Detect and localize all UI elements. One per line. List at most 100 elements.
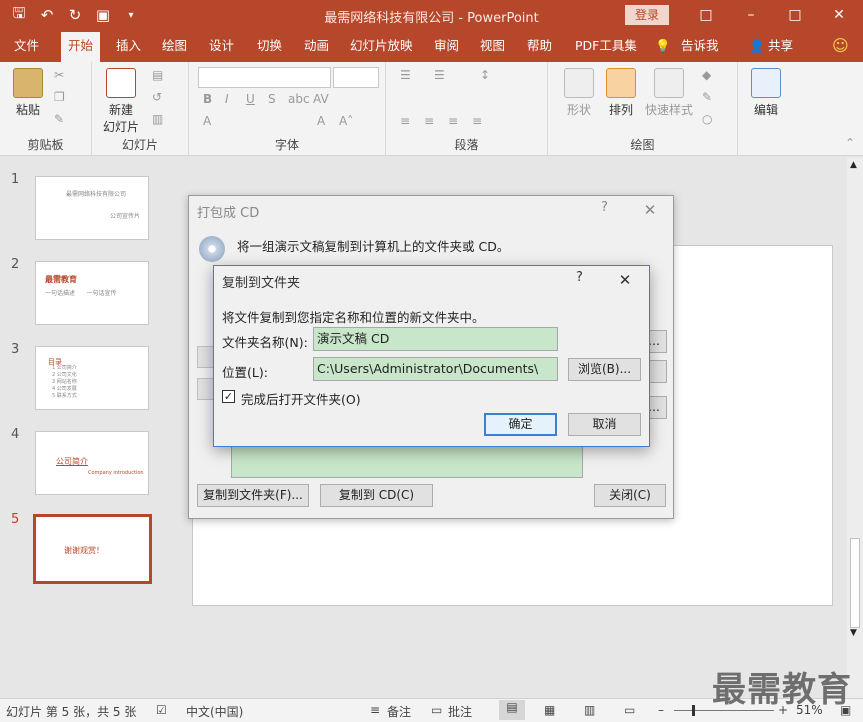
zoom-slider-thumb[interactable] xyxy=(692,705,695,716)
copy-to-cd-button[interactable]: 复制到 CD(C) xyxy=(320,484,433,507)
shape-effects-icon[interactable]: ○ xyxy=(702,112,712,126)
group-slides: 新建 幻灯片 ▤ ↺ ▥ 幻灯片 xyxy=(92,62,189,156)
minimize-icon[interactable]: – xyxy=(740,4,762,26)
quick-styles-button[interactable]: 快速样式 xyxy=(644,68,694,118)
close-icon[interactable]: ✕ xyxy=(612,268,638,292)
location-input[interactable]: C:\Users\Administrator\Documents\ xyxy=(313,357,558,381)
browse-button[interactable]: 浏览(B)... xyxy=(568,358,641,381)
cut-icon[interactable]: ✂ xyxy=(54,68,64,82)
tab-review[interactable]: 审阅 xyxy=(434,30,459,62)
folder-name-input[interactable]: 演示文稿 CD xyxy=(313,327,558,351)
ribbon-display-icon[interactable]: □ xyxy=(695,4,717,26)
paste-button[interactable]: 粘贴 xyxy=(10,68,46,118)
spellcheck-icon[interactable]: ☑ xyxy=(156,703,167,717)
bullets-icon[interactable]: ☰ xyxy=(400,68,411,82)
tab-slideshow[interactable]: 幻灯片放映 xyxy=(350,30,413,62)
copy-icon[interactable]: ❐ xyxy=(54,90,65,104)
comments-icon[interactable]: ▭ xyxy=(431,703,442,717)
slide-thumbnail-4[interactable]: 公司简介 Company introduction xyxy=(35,431,149,495)
arrange-button[interactable]: 排列 xyxy=(604,68,638,118)
share-button[interactable]: 共享 xyxy=(768,30,793,62)
align-left-icon[interactable]: ≡ xyxy=(400,114,410,128)
login-button[interactable]: 登录 xyxy=(625,5,669,25)
reading-view-icon[interactable]: ▥ xyxy=(584,703,595,717)
dialog-description: 将文件复制到您指定名称和位置的新文件夹中。 xyxy=(222,310,485,325)
font-color-icon[interactable]: A xyxy=(317,114,325,128)
slide-sorter-icon[interactable]: ▦ xyxy=(544,703,555,717)
slide-thumbnail-3[interactable]: 目录 1 公司简介 2 公司文化 3 网站名称 4 公司发展 5 联系方式 xyxy=(35,346,149,410)
zoom-out-icon[interactable]: – xyxy=(658,703,664,717)
group-label-clipboard: 剪贴板 xyxy=(27,138,64,152)
bold-icon[interactable]: B xyxy=(203,92,212,106)
align-right-icon[interactable]: ≡ xyxy=(448,114,458,128)
open-after-checkbox[interactable]: ✓ xyxy=(222,390,235,403)
slide-number: 1 xyxy=(11,172,20,187)
smiley-icon[interactable]: ☺ xyxy=(832,30,849,62)
ok-button[interactable]: 确定 xyxy=(484,413,557,436)
help-icon[interactable]: ? xyxy=(601,200,608,215)
shadow-icon[interactable]: S xyxy=(268,92,276,106)
clear-format-icon[interactable]: A xyxy=(203,114,211,128)
cancel-button[interactable]: 取消 xyxy=(568,413,641,436)
reset-icon[interactable]: ↺ xyxy=(152,90,162,104)
tab-file[interactable]: 文件 xyxy=(14,30,39,62)
maximize-icon[interactable]: □ xyxy=(784,4,806,26)
language-indicator[interactable]: 中文(中国) xyxy=(186,703,243,720)
section-icon[interactable]: ▥ xyxy=(152,112,163,126)
help-icon[interactable]: ? xyxy=(576,270,583,285)
collapse-ribbon-icon[interactable]: ⌃ xyxy=(845,136,855,150)
tab-help[interactable]: 帮助 xyxy=(527,30,552,62)
tab-home[interactable]: 开始 xyxy=(61,32,101,62)
slideshow-icon[interactable]: ▭ xyxy=(624,703,635,717)
slide-thumbnail-5[interactable]: 谢谢观赏！ xyxy=(33,514,152,584)
grow-font-icon[interactable]: A˄ xyxy=(339,114,353,128)
tab-transitions[interactable]: 切换 xyxy=(257,30,282,62)
tab-view[interactable]: 视图 xyxy=(480,30,505,62)
tab-pdf-tools[interactable]: PDF工具集 xyxy=(575,30,637,62)
new-slide-button[interactable]: 新建 幻灯片 xyxy=(98,68,144,135)
dialog-title: 打包成 CD xyxy=(197,206,260,221)
layout-icon[interactable]: ▤ xyxy=(152,68,163,82)
paste-icon xyxy=(13,68,43,98)
folder-name-label: 文件夹名称(N): xyxy=(222,335,308,350)
font-size-combo[interactable] xyxy=(333,67,379,88)
scroll-thumb[interactable] xyxy=(850,538,860,628)
vertical-scrollbar[interactable]: ▲ ▼ xyxy=(847,158,863,698)
shape-fill-icon[interactable]: ◆ xyxy=(702,68,711,82)
underline-icon[interactable]: U xyxy=(246,92,255,106)
justify-icon[interactable]: ≡ xyxy=(472,114,482,128)
presentation-list[interactable] xyxy=(231,446,583,478)
font-name-combo[interactable] xyxy=(198,67,331,88)
edit-button[interactable]: 编辑 xyxy=(750,68,782,118)
quick-styles-icon xyxy=(654,68,684,98)
tab-tell-me[interactable]: 告诉我 xyxy=(681,30,719,62)
notes-button[interactable]: 备注 xyxy=(387,703,411,720)
strikethrough-icon[interactable]: abc xyxy=(288,92,310,106)
format-painter-icon[interactable]: ✎ xyxy=(54,112,64,126)
tab-draw[interactable]: 绘图 xyxy=(162,30,187,62)
comments-button[interactable]: 批注 xyxy=(448,703,472,720)
copy-to-folder-button[interactable]: 复制到文件夹(F)... xyxy=(197,484,309,507)
close-icon[interactable]: ✕ xyxy=(637,198,663,222)
tab-animations[interactable]: 动画 xyxy=(304,30,329,62)
slide-thumbnail-2[interactable]: 最需教育 一句话描述 一句话宣传 xyxy=(35,261,149,325)
group-label-slides: 幻灯片 xyxy=(121,138,158,152)
scroll-down-icon[interactable]: ▼ xyxy=(850,628,857,638)
numbering-icon[interactable]: ☰ xyxy=(434,68,445,82)
align-center-icon[interactable]: ≡ xyxy=(424,114,434,128)
tab-insert[interactable]: 插入 xyxy=(116,30,141,62)
shapes-button[interactable]: 形状 xyxy=(562,68,596,118)
shape-outline-icon[interactable]: ✎ xyxy=(702,90,712,104)
close-button[interactable]: 关闭(C) xyxy=(594,484,666,507)
italic-icon[interactable]: I xyxy=(225,92,229,106)
line-spacing-icon[interactable]: ↕ xyxy=(480,68,490,82)
char-spacing-icon[interactable]: AV xyxy=(313,92,329,106)
slide-number: 2 xyxy=(11,257,20,272)
scroll-up-icon[interactable]: ▲ xyxy=(850,160,857,170)
close-icon[interactable]: ✕ xyxy=(828,4,850,26)
notes-icon[interactable]: ≡ xyxy=(370,703,380,717)
slide-thumbnail-1[interactable]: 最需网络科技有限公司 公司宣传片 xyxy=(35,176,149,240)
tab-design[interactable]: 设计 xyxy=(209,30,234,62)
normal-view-icon[interactable]: ▤ xyxy=(499,700,525,720)
location-label: 位置(L): xyxy=(222,365,268,380)
